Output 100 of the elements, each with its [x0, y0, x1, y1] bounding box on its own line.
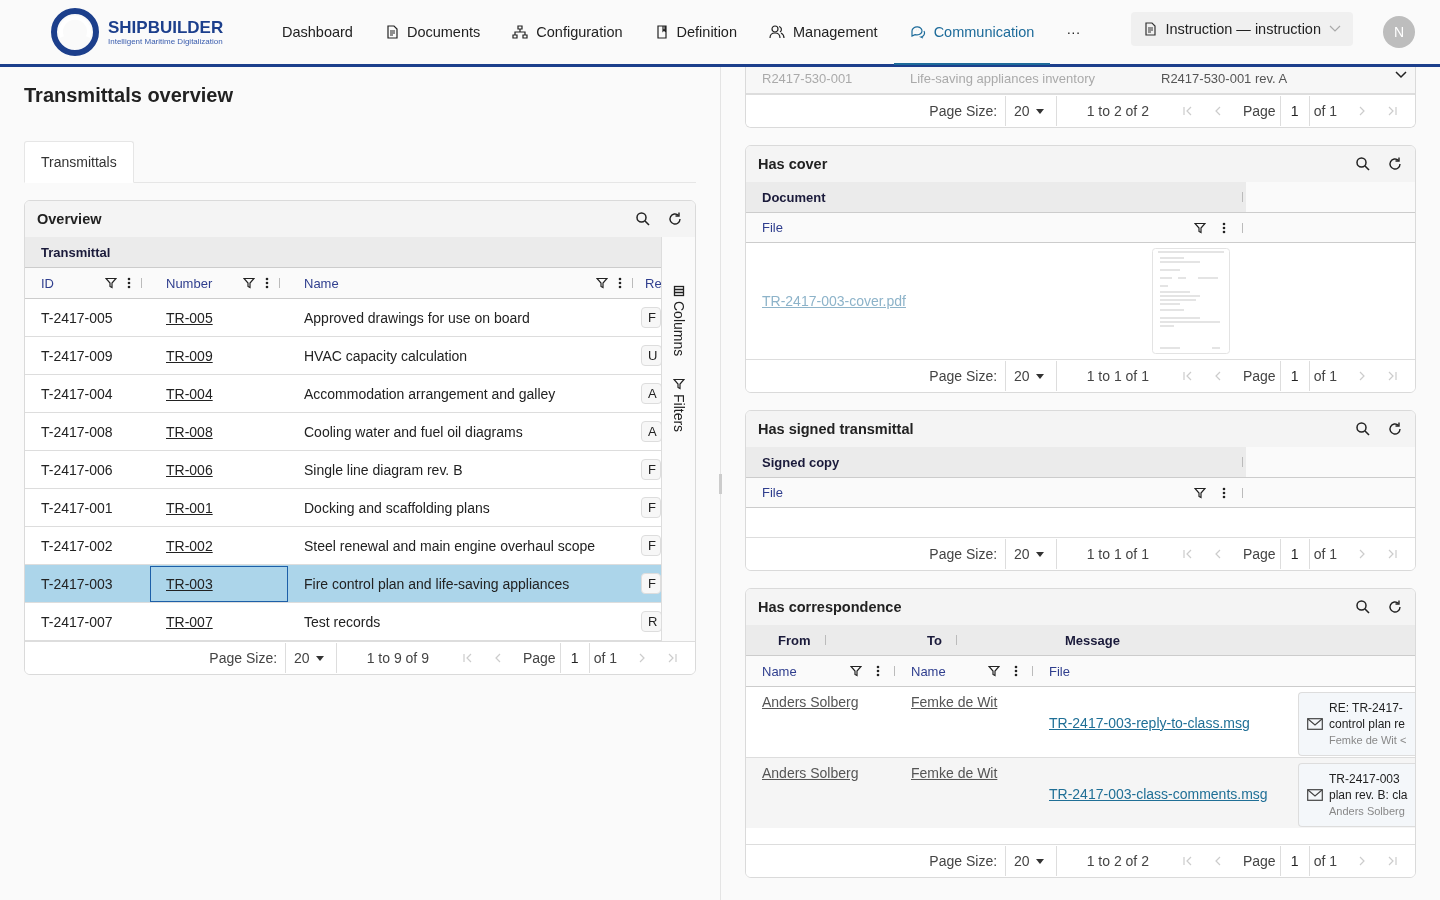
number-link[interactable]: TR-009 — [166, 347, 213, 364]
filter-icon[interactable] — [243, 277, 255, 289]
column-group-header: Signed copy — [761, 454, 840, 470]
column-header[interactable]: Name — [762, 663, 797, 679]
columns-side-tab[interactable]: Columns — [670, 285, 687, 357]
nav-item[interactable]: Communication — [893, 1, 1051, 65]
kebab-menu-icon[interactable] — [1014, 665, 1018, 677]
nav-item[interactable]: Configuration — [496, 1, 639, 65]
number-link[interactable]: TR-007 — [166, 613, 213, 630]
number-link[interactable]: TR-001 — [166, 499, 213, 516]
message-preview[interactable]: RE: TR-2417- control plan re Femke de Wit < — [1298, 692, 1415, 756]
person-link[interactable]: Anders Solberg — [762, 694, 859, 710]
nav-item[interactable]: Definition — [638, 1, 753, 65]
kebab-menu-icon[interactable] — [265, 277, 269, 289]
filter-icon[interactable] — [988, 665, 1000, 677]
kebab-menu-icon[interactable] — [1222, 486, 1226, 499]
page-size-select[interactable]: 20 — [1005, 96, 1057, 126]
file-link[interactable]: TR-2417-003-class-comments.msg — [1049, 786, 1268, 802]
page-size-select[interactable]: 20 — [1005, 846, 1057, 876]
hierarchy-icon — [512, 25, 529, 39]
table-cell-text: Approved drawings for use on board — [303, 308, 531, 328]
person-link[interactable]: Femke de Wit — [911, 694, 998, 710]
page-size-select[interactable]: 20 — [285, 643, 337, 673]
caret-icon — [1035, 551, 1044, 557]
column-header[interactable]: Re — [645, 275, 662, 291]
page-count: of 1 — [1313, 853, 1337, 869]
document-thumbnail-drawing[interactable] — [1152, 248, 1230, 354]
page-label: Page — [1242, 546, 1276, 562]
tab[interactable]: Transmittals — [24, 141, 134, 183]
column-header[interactable]: Number — [166, 275, 213, 291]
page-title: Transmittals overview — [24, 83, 234, 107]
page-number-field[interactable]: 1 — [1279, 96, 1310, 126]
more-button[interactable]: ··· — [1050, 24, 1097, 40]
context-dropdown[interactable]: Instruction — instruction — [1131, 12, 1353, 46]
filter-icon[interactable] — [850, 665, 862, 677]
filter-icon[interactable] — [1194, 221, 1206, 234]
column-header[interactable]: File — [1049, 663, 1070, 679]
table-row[interactable]: T-2417-003 TR-003 Fire control plan and life-saving appliances F — [25, 565, 661, 603]
refresh-icon[interactable] — [1387, 599, 1403, 615]
file-link[interactable]: TR-2417-003-reply-to-class.msg — [1049, 715, 1250, 731]
message-preview[interactable]: TR-2417-003 plan rev. B: cla Anders Solberg — [1298, 763, 1415, 827]
number-link[interactable]: TR-004 — [166, 385, 213, 402]
kebab-menu-icon[interactable] — [127, 277, 131, 289]
column-group-header: To — [926, 632, 942, 648]
logo-icon — [50, 7, 100, 57]
status-chip: R — [641, 611, 661, 632]
status-chip: F — [641, 535, 661, 556]
table-cell-text: T-2417-004 — [40, 384, 114, 404]
status-chip: F — [641, 497, 661, 518]
filter-icon[interactable] — [105, 277, 117, 289]
refresh-icon[interactable] — [1387, 156, 1403, 172]
number-link[interactable]: TR-008 — [166, 423, 213, 440]
search-icon[interactable] — [635, 211, 651, 227]
page-label: Page — [1242, 368, 1276, 384]
page-size-label: Page Size: — [929, 103, 998, 119]
column-header[interactable]: File — [762, 220, 783, 235]
search-icon[interactable] — [1355, 599, 1371, 615]
refresh-icon[interactable] — [667, 211, 683, 227]
card-title: Has correspondence — [758, 599, 902, 615]
filter-icon[interactable] — [596, 277, 608, 289]
nav-item[interactable]: Dashboard — [266, 1, 369, 65]
number-link[interactable]: TR-006 — [166, 461, 213, 478]
search-icon[interactable] — [1355, 421, 1371, 437]
refresh-icon[interactable] — [1387, 421, 1403, 437]
table-cell-text: R2417-530-001 rev. A — [1160, 70, 1289, 86]
table-cell-text: T-2417-007 — [40, 612, 114, 632]
page-count: of 1 — [1313, 368, 1337, 384]
message-subject: RE: TR-2417- — [1329, 700, 1404, 716]
search-icon[interactable] — [1355, 156, 1371, 172]
page-number-field[interactable]: 1 — [1279, 539, 1310, 569]
page-size-select[interactable]: 20 — [1005, 361, 1057, 391]
book-icon — [654, 25, 669, 39]
column-header[interactable]: Name — [911, 663, 946, 679]
page-size-select[interactable]: 20 — [1005, 539, 1057, 569]
page-number-field[interactable]: 1 — [1279, 846, 1310, 876]
people-icon — [769, 25, 785, 39]
column-group-header: Document — [761, 189, 826, 205]
nav-item[interactable]: Management — [753, 1, 894, 65]
column-header[interactable]: File — [762, 485, 783, 500]
number-link[interactable]: TR-002 — [166, 537, 213, 554]
columns-icon — [672, 285, 685, 297]
kebab-menu-icon[interactable] — [618, 277, 622, 289]
kebab-menu-icon[interactable] — [1222, 221, 1226, 234]
page-number-field[interactable]: 1 — [1279, 361, 1310, 391]
page-number-field[interactable]: 1 — [559, 643, 590, 673]
page-count: of 1 — [1313, 546, 1337, 562]
row-range: 1 to 2 of 2 — [1086, 103, 1149, 119]
nav-item[interactable]: Documents — [368, 1, 497, 65]
person-link[interactable]: Femke de Wit — [911, 765, 998, 781]
chevron-down-icon[interactable] — [1395, 71, 1407, 79]
filters-side-tab[interactable]: Filters — [670, 378, 687, 433]
filter-icon[interactable] — [1194, 486, 1206, 499]
envelope-icon — [1307, 718, 1323, 730]
column-header[interactable]: Name — [304, 275, 339, 291]
person-link[interactable]: Anders Solberg — [762, 765, 859, 781]
kebab-menu-icon[interactable] — [876, 665, 880, 677]
row-range: 1 to 1 of 1 — [1086, 546, 1149, 562]
number-link[interactable]: TR-005 — [166, 309, 213, 326]
number-link[interactable]: TR-003 — [166, 575, 213, 592]
column-header[interactable]: ID — [41, 275, 54, 291]
